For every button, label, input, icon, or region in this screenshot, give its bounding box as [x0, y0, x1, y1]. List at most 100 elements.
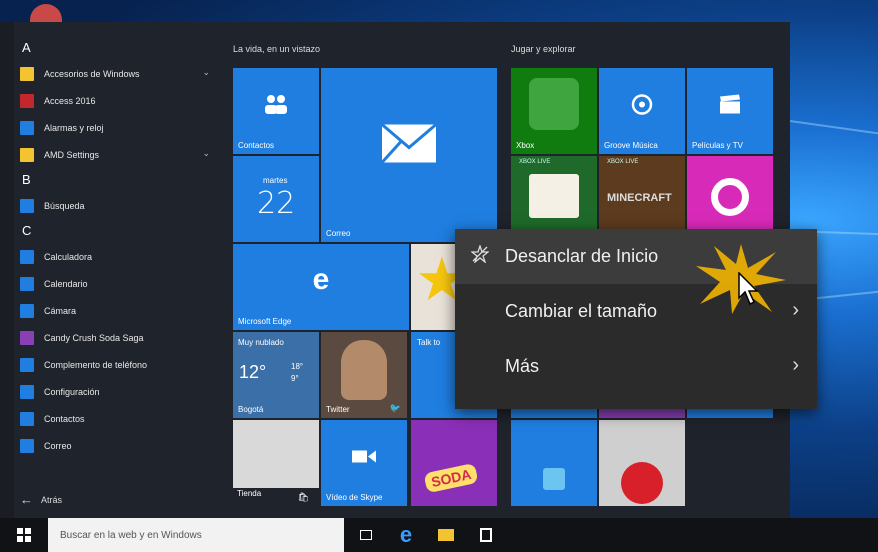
folder-icon: [20, 66, 34, 81]
app-list-item[interactable]: Configuración: [14, 378, 214, 405]
task-view-icon: [360, 530, 372, 540]
weather-desc: Muy nublado: [238, 338, 284, 347]
phone-icon: [20, 357, 34, 372]
app-list-item-label: Calculadora: [44, 251, 93, 262]
tile-label: Microsoft Edge: [238, 317, 292, 326]
store-icon: [480, 528, 492, 542]
tile-label: Contactos: [238, 141, 275, 150]
camera-icon: [20, 303, 34, 318]
app-list-item-label: Candy Crush Soda Saga: [44, 332, 144, 343]
tile-label: Xbox: [516, 141, 535, 150]
tile-contacts[interactable]: Contactos: [233, 68, 319, 154]
tile-mail[interactable]: Correo: [321, 68, 497, 242]
gear-icon: [20, 384, 34, 399]
xbox-live-badge: XBOX LIVE: [519, 159, 551, 165]
tile-twitter[interactable]: Twitter 🐦: [321, 332, 407, 418]
search-input[interactable]: Buscar en la web y en Windows: [48, 518, 344, 552]
context-item-label: Desanclar de Inicio: [505, 246, 659, 266]
chevron-down-icon[interactable]: ⌄: [202, 67, 210, 78]
start-left-rail: [0, 22, 14, 518]
tile-edge[interactable]: e Microsoft Edge: [233, 244, 409, 330]
clock-icon: [20, 120, 34, 135]
weather-lo: 9°: [291, 374, 299, 383]
twitter-icon: 🐦: [389, 403, 401, 413]
taskbar-edge-button[interactable]: e: [386, 518, 426, 552]
calendar-day: martes: [263, 176, 288, 185]
app-list-item-label: Correo: [44, 440, 72, 451]
store-icon: 🛍: [297, 492, 309, 502]
app-list-item[interactable]: Cámara: [14, 297, 214, 324]
section-letter[interactable]: A: [14, 36, 214, 60]
lock-icon: [621, 462, 663, 504]
tile-calendar[interactable]: martes 22: [233, 156, 319, 242]
app-list-item-label: Calendario: [44, 278, 88, 289]
app-list-item-label: Accesorios de Windows: [44, 68, 140, 79]
app-list-item-label: Configuración: [44, 386, 100, 397]
cards-image: [529, 174, 579, 218]
section-letter[interactable]: B: [14, 168, 214, 192]
access-icon: [20, 93, 34, 108]
app-list-item-label: Alarmas y reloj: [44, 122, 104, 133]
app-list-item-label: AMD Settings: [44, 149, 100, 160]
candy-icon: [20, 330, 34, 345]
light-beam: [789, 120, 878, 135]
weather-city: Bogotá: [238, 405, 264, 414]
tile-movies[interactable]: Películas y TV: [687, 68, 773, 154]
mail-icon: [20, 438, 34, 453]
app-list-item[interactable]: Candy Crush Soda Saga: [14, 324, 214, 351]
context-item-label: Más: [505, 356, 540, 376]
tile-groove[interactable]: Groove Música: [599, 68, 685, 154]
section-letter[interactable]: C: [14, 219, 214, 243]
xbox-avatar: [529, 78, 579, 130]
app-list-item[interactable]: Calendario: [14, 270, 214, 297]
app-list-item[interactable]: Complemento de teléfono: [14, 351, 214, 378]
taskbar-store-button[interactable]: [466, 518, 506, 552]
app-list-item[interactable]: AMD Settings ⌄: [14, 141, 214, 168]
xbox-live-badge: XBOX LIVE: [607, 159, 639, 165]
app-list-item[interactable]: Correo: [14, 432, 214, 459]
back-arrow-icon: ←: [20, 492, 33, 507]
person-photo: [341, 340, 387, 400]
app-list-item[interactable]: Alarmas y reloj: [14, 114, 214, 141]
app-list-item-label: Cámara: [44, 305, 77, 316]
calendar-icon: [20, 276, 34, 291]
calculator-icon: [20, 249, 34, 264]
groove-icon: [631, 93, 653, 120]
start-button[interactable]: [0, 518, 48, 552]
tile-weather[interactable]: Muy nublado 12° 18° 9° Bogotá: [233, 332, 319, 418]
contacts-icon: [20, 411, 34, 426]
tile-candy-crush[interactable]: SODA: [411, 420, 497, 506]
tile-store[interactable]: Tienda 🛍: [233, 420, 319, 506]
tile-skype-video[interactable]: Vídeo de Skype: [321, 420, 407, 506]
tile-store-app[interactable]: [511, 420, 597, 506]
app-list-item-label: Complemento de teléfono: [44, 359, 148, 370]
folder-icon: [438, 529, 454, 541]
tile-label: Vídeo de Skype: [326, 493, 383, 502]
mouse-cursor-icon: [738, 271, 760, 311]
app-list-item[interactable]: Access 2016: [14, 87, 214, 114]
app-list-item[interactable]: Búsqueda: [14, 192, 214, 219]
taskbar-explorer-button[interactable]: [426, 518, 466, 552]
search-icon: [20, 198, 34, 213]
edge-icon: e: [399, 522, 413, 547]
task-view-button[interactable]: [346, 518, 386, 552]
back-label: Atrás: [41, 494, 63, 505]
group-title-play[interactable]: Jugar y explorar: [511, 44, 576, 54]
tile-xbox[interactable]: Xbox: [511, 68, 597, 154]
clapperboard-icon: [719, 94, 741, 119]
tile-security-app[interactable]: [599, 420, 685, 506]
context-item-more[interactable]: Más ›: [455, 339, 817, 394]
chevron-right-icon: ›: [792, 354, 799, 376]
back-button[interactable]: ← Atrás: [20, 492, 62, 507]
app-list-item[interactable]: Accesorios de Windows ⌄: [14, 60, 214, 87]
tile-label: Twitter: [326, 405, 350, 414]
group-title-life[interactable]: La vida, en un vistazo: [233, 44, 320, 54]
chevron-down-icon[interactable]: ⌄: [202, 148, 210, 159]
video-camera-icon: [352, 449, 376, 468]
mail-icon: [380, 123, 437, 169]
weather-hi: 18°: [291, 362, 304, 371]
app-list-item[interactable]: Contactos: [14, 405, 214, 432]
app-list-item-label: Contactos: [44, 413, 85, 424]
app-list-item[interactable]: Calculadora: [14, 243, 214, 270]
minecraft-logo: MINECRAFT: [607, 192, 672, 204]
